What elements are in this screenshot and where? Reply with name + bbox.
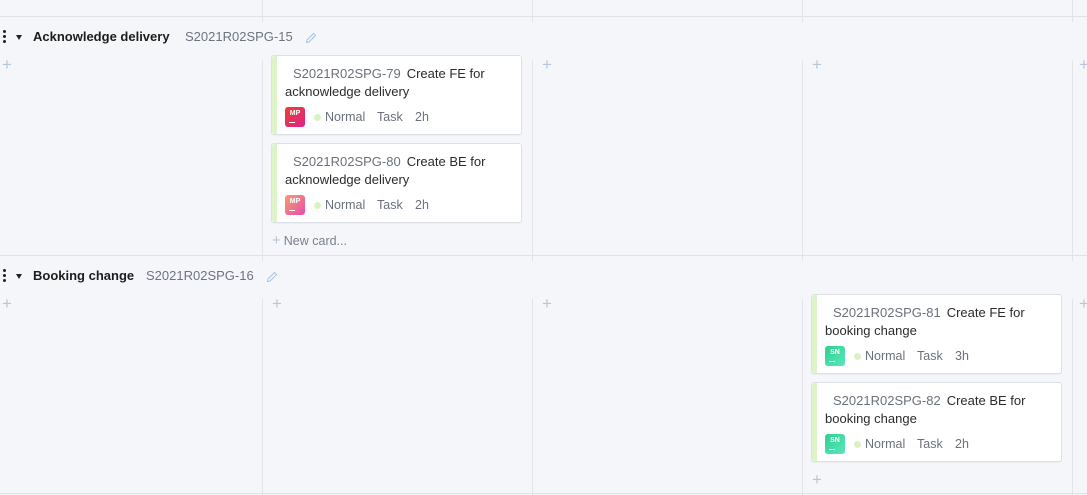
priority-dot-icon [314,114,321,121]
avatar-initials: MP [289,110,301,117]
card-priority: Normal [865,349,906,363]
add-plus-icon: + [272,232,281,249]
card-estimate: 2h [955,437,969,451]
avatar[interactable]: MP [285,107,305,127]
card-type: Task [917,349,943,363]
avatar-initials: MP [289,198,301,205]
card-status-stripe [272,144,277,222]
swimlane-key[interactable]: S2021R02SPG-15 [185,29,293,44]
edit-pencil-icon[interactable] [305,32,317,44]
card-text: S2021R02SPG-82 Create BE for booking chan… [825,392,1053,428]
add-plus-icon[interactable]: + [1079,56,1087,73]
task-card[interactable]: S2021R02SPG-82 Create BE for booking chan… [811,382,1062,462]
drag-handle-icon[interactable] [3,30,7,46]
avatar[interactable]: SN [825,434,845,454]
column-divider [532,0,533,495]
card-status-stripe [272,56,277,134]
swimlane-key[interactable]: S2021R02SPG-16 [146,268,254,283]
card-status-stripe [812,383,817,461]
card-estimate: 2h [415,198,429,212]
add-plus-icon[interactable]: + [272,295,282,312]
add-plus-icon[interactable]: + [542,295,552,312]
new-card-button[interactable]: + New card... [272,232,347,249]
swimlane-divider [0,16,1087,17]
card-key[interactable]: S2021R02SPG-79 [293,66,401,81]
drag-handle-icon[interactable] [3,269,7,285]
card-meta: MP Normal Task 2h [285,195,515,217]
column-divider [802,0,803,495]
edit-pencil-icon[interactable] [266,271,278,283]
collapse-caret-icon[interactable] [16,35,22,40]
card-key[interactable]: S2021R02SPG-82 [833,393,941,408]
card-type: Task [377,110,403,124]
task-card[interactable]: S2021R02SPG-79 Create FE for acknowledge … [271,55,522,135]
card-priority: Normal [865,437,906,451]
collapse-caret-icon[interactable] [16,274,22,279]
task-card[interactable]: S2021R02SPG-80 Create BE for acknowledge … [271,143,522,223]
card-estimate: 2h [415,110,429,124]
card-type: Task [917,437,943,451]
priority-dot-icon [854,441,861,448]
card-text: S2021R02SPG-81 Create FE for booking chan… [825,304,1053,340]
task-card[interactable]: S2021R02SPG-81 Create FE for booking chan… [811,294,1062,374]
swimlane-divider [0,493,1087,494]
avatar[interactable]: SN [825,346,845,366]
add-plus-icon[interactable]: + [812,471,822,488]
card-type: Task [377,198,403,212]
priority-dot-icon [854,353,861,360]
card-estimate: 3h [955,349,969,363]
card-key[interactable]: S2021R02SPG-80 [293,154,401,169]
avatar-initials: SN [830,437,840,444]
add-plus-icon[interactable]: + [812,56,822,73]
swimlane-title: Acknowledge delivery [33,29,170,44]
add-plus-icon[interactable]: + [2,56,12,73]
card-meta: SN Normal Task 2h [825,434,1055,456]
card-meta: MP Normal Task 2h [285,107,515,129]
card-key[interactable]: S2021R02SPG-81 [833,305,941,320]
new-card-label: New card... [283,234,347,248]
add-plus-icon[interactable]: + [2,295,12,312]
card-priority: Normal [325,110,366,124]
avatar[interactable]: MP [285,195,305,215]
card-text: S2021R02SPG-79 Create FE for acknowledge … [285,65,513,101]
card-text: S2021R02SPG-80 Create BE for acknowledge … [285,153,513,189]
card-meta: SN Normal Task 3h [825,346,1055,368]
column-divider [262,0,263,495]
column-divider [1072,0,1073,495]
card-priority: Normal [325,198,366,212]
add-plus-icon[interactable]: + [1079,295,1087,312]
swimlane-title: Booking change [33,268,135,283]
add-plus-icon[interactable]: + [542,56,552,73]
avatar-initials: SN [830,349,840,356]
card-status-stripe [812,295,817,373]
swimlane-divider [0,255,1087,256]
priority-dot-icon [314,202,321,209]
